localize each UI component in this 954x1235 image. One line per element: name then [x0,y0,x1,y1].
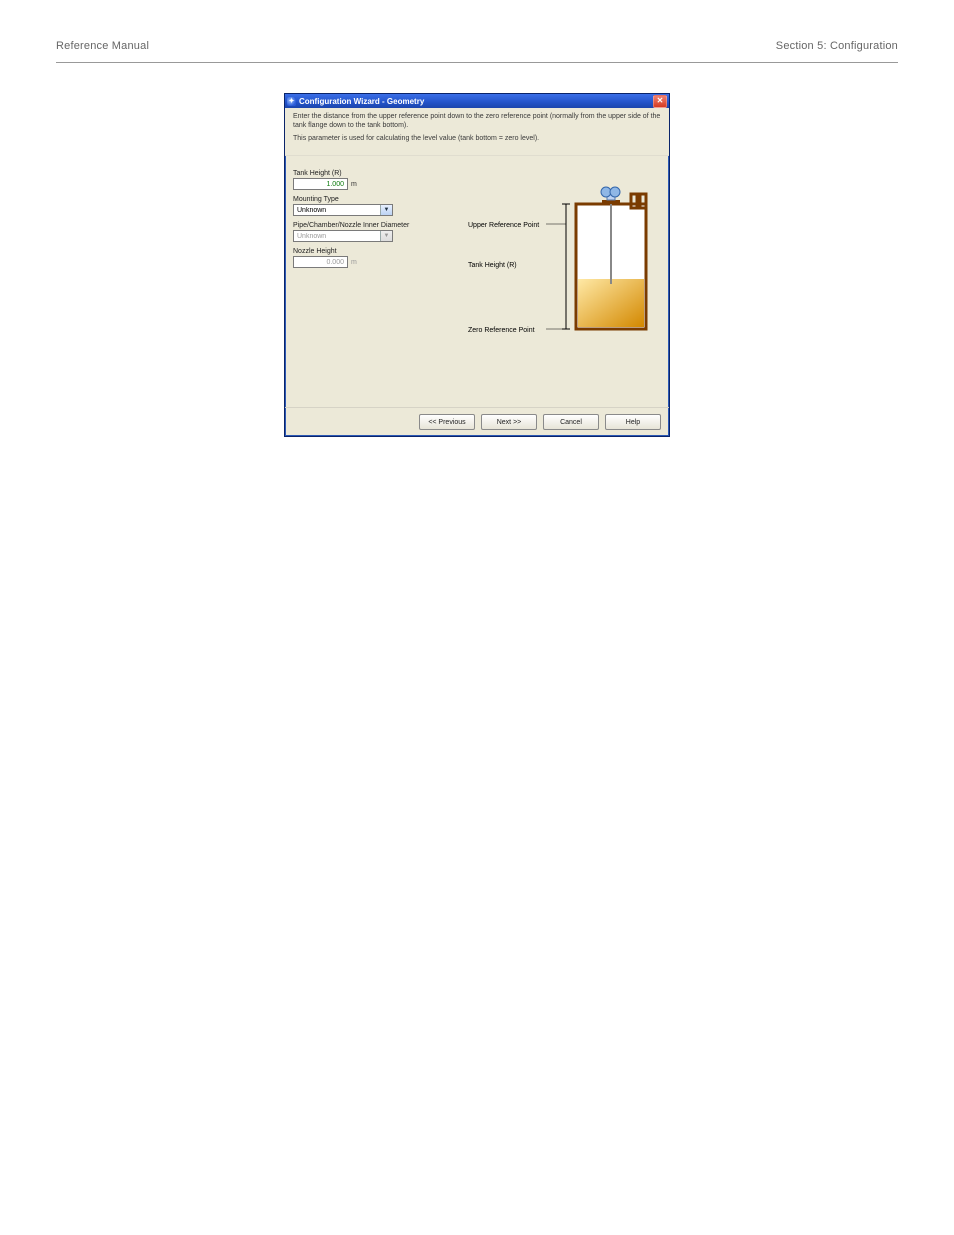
tank-height-label: Tank Height (R) [293,170,453,177]
tank-height-unit: m [351,181,357,188]
dialog-title: Configuration Wizard - Geometry [299,97,653,106]
cancel-button[interactable]: Cancel [543,414,599,430]
mounting-type-select[interactable]: Unknown ▼ [293,204,393,216]
instruction-line-1: Enter the distance from the upper refere… [293,113,661,131]
tank-height-input[interactable]: 1.000 [293,178,348,190]
chevron-down-icon: ▼ [380,231,392,241]
header-left: Reference Manual [56,40,149,52]
form-column: Tank Height (R) 1.000 m Mounting Type Un… [293,164,453,389]
nozzle-height-unit: m [351,259,357,266]
page-header: Reference Manual Section 5: Configuratio… [56,40,898,52]
diagram-zero-ref-label: Zero Reference Point [468,327,535,334]
mounting-type-value: Unknown [294,207,380,214]
header-right: Section 5: Configuration [776,40,898,52]
header-rule [56,62,898,63]
nozzle-height-input: 0.000 [293,256,348,268]
config-wizard-dialog: ✦ Configuration Wizard - Geometry ✕ Ente… [284,93,670,437]
diagram-upper-ref-label: Upper Reference Point [468,222,539,229]
app-icon: ✦ [287,97,296,106]
close-button[interactable]: ✕ [653,95,667,108]
next-button[interactable]: Next >> [481,414,537,430]
titlebar[interactable]: ✦ Configuration Wizard - Geometry ✕ [285,94,669,108]
instruction-panel: Enter the distance from the upper refere… [285,108,669,156]
close-icon: ✕ [657,97,664,105]
nozzle-height-label: Nozzle Height [293,248,453,255]
diagram-tank-height-label: Tank Height (R) [468,262,517,269]
inner-diameter-value: Unknown [294,233,380,240]
inner-diameter-label: Pipe/Chamber/Nozzle Inner Diameter [293,222,453,229]
dialog-body: Tank Height (R) 1.000 m Mounting Type Un… [285,156,669,407]
button-row: << Previous Next >> Cancel Help [285,407,669,436]
tank-diagram: Upper Reference Point Tank Height (R) Ze… [466,164,661,354]
instruction-line-2: This parameter is used for calculating t… [293,135,661,144]
chevron-down-icon: ▼ [380,205,392,215]
mounting-type-label: Mounting Type [293,196,453,203]
previous-button[interactable]: << Previous [419,414,475,430]
diagram-column: Upper Reference Point Tank Height (R) Ze… [465,164,661,389]
help-button[interactable]: Help [605,414,661,430]
inner-diameter-select: Unknown ▼ [293,230,393,242]
